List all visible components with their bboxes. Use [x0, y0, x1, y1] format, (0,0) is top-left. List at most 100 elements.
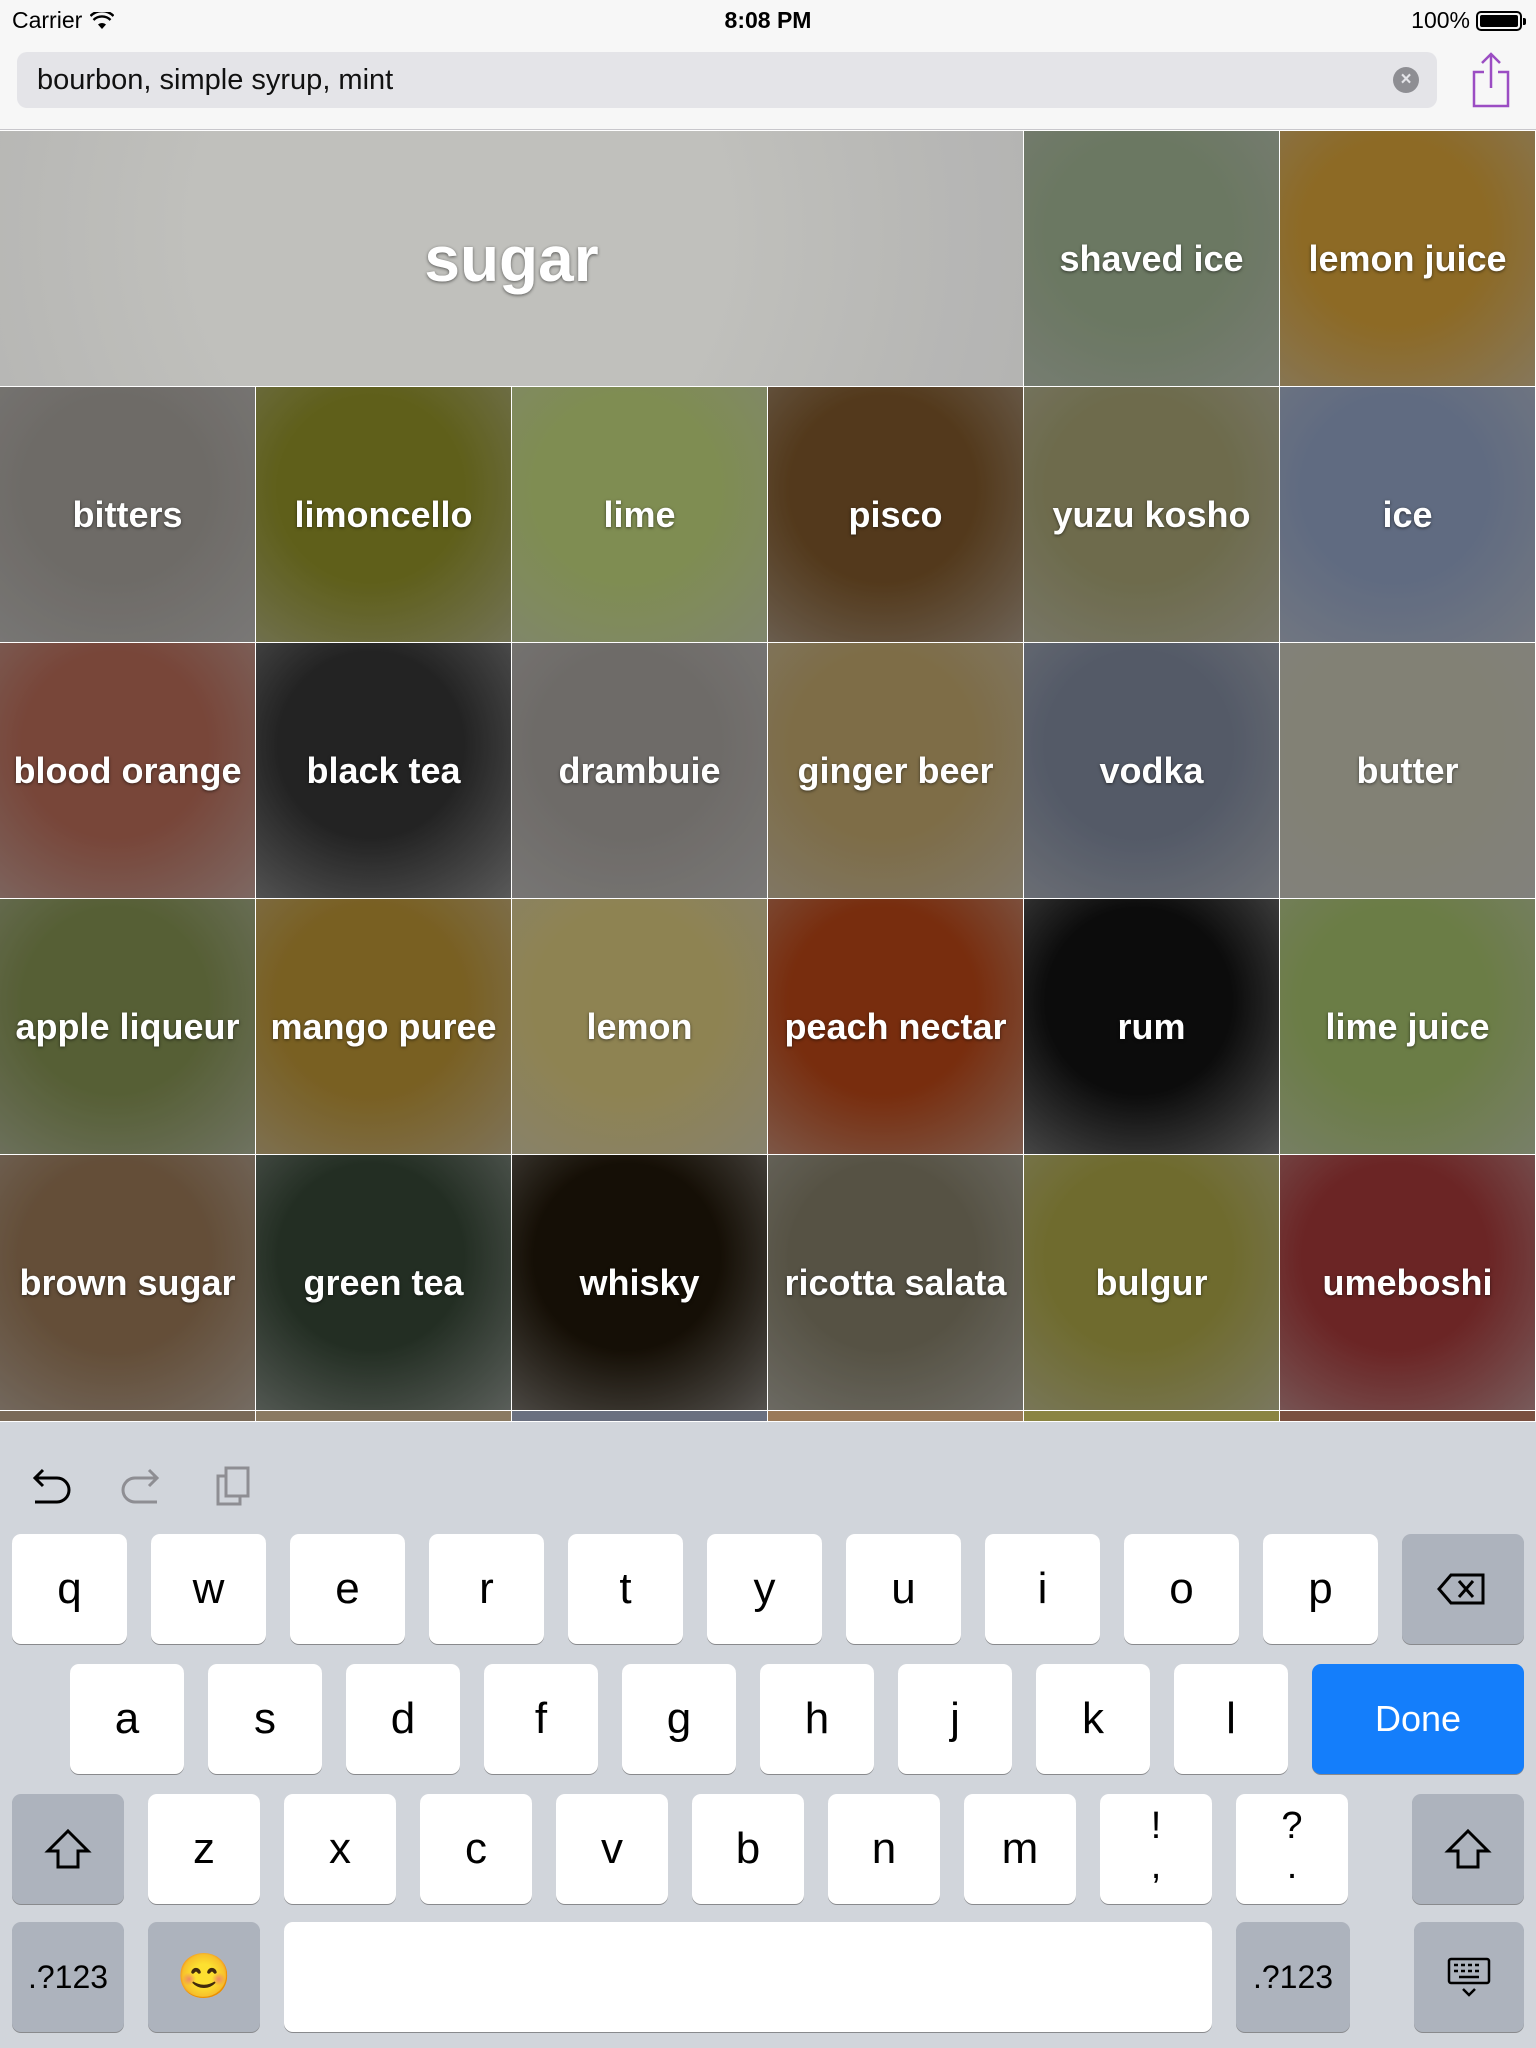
ingredient-tile-ice[interactable]: ice [1280, 387, 1535, 642]
ingredient-tile-lime[interactable]: lime [512, 387, 767, 642]
key-r[interactable]: r [429, 1534, 544, 1644]
done-button[interactable]: Done [1312, 1664, 1524, 1774]
key-v[interactable]: v [556, 1794, 668, 1904]
ingredient-tile-partial[interactable] [0, 1411, 255, 1421]
ingredient-tile-sugar[interactable]: sugar [0, 131, 1023, 386]
key-label: z [193, 1824, 215, 1873]
ingredient-tile-green-tea[interactable]: green tea [256, 1155, 511, 1410]
ingredient-label: bulgur [1095, 1261, 1208, 1303]
key-label: n [871, 1824, 897, 1873]
shift-key-right[interactable] [1412, 1794, 1524, 1904]
ingredient-tile-vodka[interactable]: vodka [1024, 643, 1279, 898]
key-label: 😊 [176, 1952, 232, 2001]
ingredient-label: ginger beer [797, 749, 994, 791]
redo-icon[interactable] [117, 1462, 167, 1512]
ingredient-tile-lemon-juice[interactable]: lemon juice [1280, 131, 1535, 386]
numbers-key-right[interactable]: .?123 [1236, 1922, 1350, 2032]
key-label: .?123 [1252, 1959, 1334, 1995]
key-label: m [1001, 1824, 1039, 1873]
key-label: v [601, 1824, 623, 1873]
ingredient-tile-yuzu-kosho[interactable]: yuzu kosho [1024, 387, 1279, 642]
ingredient-tile-pisco[interactable]: pisco [768, 387, 1023, 642]
ingredient-tile-partial[interactable] [768, 1411, 1023, 1421]
ingredient-tile-lemon[interactable]: lemon [512, 899, 767, 1154]
ingredient-tile-peach-nectar[interactable]: peach nectar [768, 899, 1023, 1154]
key-i[interactable]: i [985, 1534, 1100, 1644]
key-o[interactable]: o [1124, 1534, 1239, 1644]
ingredient-tile-apple-liqueur[interactable]: apple liqueur [0, 899, 255, 1154]
share-icon[interactable] [1466, 50, 1516, 110]
keyboard-dismiss-icon [1447, 1957, 1491, 1997]
key-j[interactable]: j [898, 1664, 1012, 1774]
paste-icon[interactable] [210, 1462, 260, 1512]
ingredient-label: yuzu kosho [1052, 493, 1251, 535]
ingredient-tile-partial[interactable] [1280, 1411, 1535, 1421]
key-m[interactable]: m [964, 1794, 1076, 1904]
search-field[interactable]: × [17, 52, 1437, 108]
ingredient-tile-partial[interactable] [256, 1411, 511, 1421]
key-b[interactable]: b [692, 1794, 804, 1904]
key-x[interactable]: x [284, 1794, 396, 1904]
key-p[interactable]: p [1263, 1534, 1378, 1644]
key-label: u [891, 1564, 916, 1613]
ingredient-tile-drambuie[interactable]: drambuie [512, 643, 767, 898]
clear-icon[interactable]: × [1393, 67, 1419, 93]
ingredient-tile-ricotta-salata[interactable]: ricotta salata [768, 1155, 1023, 1410]
ingredient-tile-partial[interactable] [512, 1411, 767, 1421]
key-l[interactable]: l [1174, 1664, 1288, 1774]
key-e[interactable]: e [290, 1534, 405, 1644]
key-n[interactable]: n [828, 1794, 940, 1904]
emoji-key[interactable]: 😊 [148, 1922, 260, 2032]
ingredient-tile-whisky[interactable]: whisky [512, 1155, 767, 1410]
key-y[interactable]: y [707, 1534, 822, 1644]
key-f[interactable]: f [484, 1664, 598, 1774]
ingredient-label: limoncello [294, 493, 473, 535]
dismiss-keyboard-key[interactable] [1414, 1922, 1524, 2032]
key-d[interactable]: d [346, 1664, 460, 1774]
ingredient-tile-bulgur[interactable]: bulgur [1024, 1155, 1279, 1410]
battery-status: 100% [1411, 7, 1526, 34]
ingredient-label: lemon juice [1308, 237, 1507, 279]
ingredient-tile-black-tea[interactable]: black tea [256, 643, 511, 898]
ingredient-tile-umeboshi[interactable]: umeboshi [1280, 1155, 1535, 1410]
key-h[interactable]: h [760, 1664, 874, 1774]
backspace-key[interactable] [1402, 1534, 1524, 1644]
key-z[interactable]: z [148, 1794, 260, 1904]
ingredient-tile-mango-puree[interactable]: mango puree [256, 899, 511, 1154]
key-label: s [254, 1694, 276, 1743]
key-t[interactable]: t [568, 1534, 683, 1644]
key-punct-0[interactable]: !, [1100, 1794, 1212, 1904]
key-w[interactable]: w [151, 1534, 266, 1644]
shift-key-left[interactable] [12, 1794, 124, 1904]
key-label: Done [1374, 1698, 1462, 1739]
ingredient-tile-blood-orange[interactable]: blood orange [0, 643, 255, 898]
key-a[interactable]: a [70, 1664, 184, 1774]
space-bar[interactable] [284, 1922, 1212, 2032]
key-k[interactable]: k [1036, 1664, 1150, 1774]
ingredient-tile-brown-sugar[interactable]: brown sugar [0, 1155, 255, 1410]
key-label: i [1037, 1564, 1048, 1613]
key-g[interactable]: g [622, 1664, 736, 1774]
ingredient-tile-rum[interactable]: rum [1024, 899, 1279, 1154]
ingredient-tile-partial[interactable] [1024, 1411, 1279, 1421]
numbers-key-left[interactable]: .?123 [12, 1922, 124, 2032]
search-input[interactable] [37, 52, 1377, 108]
ingredient-tile-butter[interactable]: butter [1280, 643, 1535, 898]
ingredient-tile-limoncello[interactable]: limoncello [256, 387, 511, 642]
ingredient-tile-lime-juice[interactable]: lime juice [1280, 899, 1535, 1154]
ingredient-label: drambuie [558, 749, 721, 791]
status-bar: Carrier 8:08 PM 100% [0, 0, 1536, 40]
key-label-bottom: , [1150, 1845, 1162, 1887]
key-label: x [329, 1824, 351, 1873]
key-s[interactable]: s [208, 1664, 322, 1774]
ingredient-tile-bitters[interactable]: bitters [0, 387, 255, 642]
ingredient-label: sugar [424, 222, 599, 295]
ingredient-tile-ginger-beer[interactable]: ginger beer [768, 643, 1023, 898]
key-punct-1[interactable]: ?. [1236, 1794, 1348, 1904]
undo-icon[interactable] [25, 1462, 75, 1512]
key-u[interactable]: u [846, 1534, 961, 1644]
key-label-top: ? [1281, 1805, 1303, 1847]
key-q[interactable]: q [12, 1534, 127, 1644]
ingredient-tile-shaved-ice[interactable]: shaved ice [1024, 131, 1279, 386]
key-c[interactable]: c [420, 1794, 532, 1904]
